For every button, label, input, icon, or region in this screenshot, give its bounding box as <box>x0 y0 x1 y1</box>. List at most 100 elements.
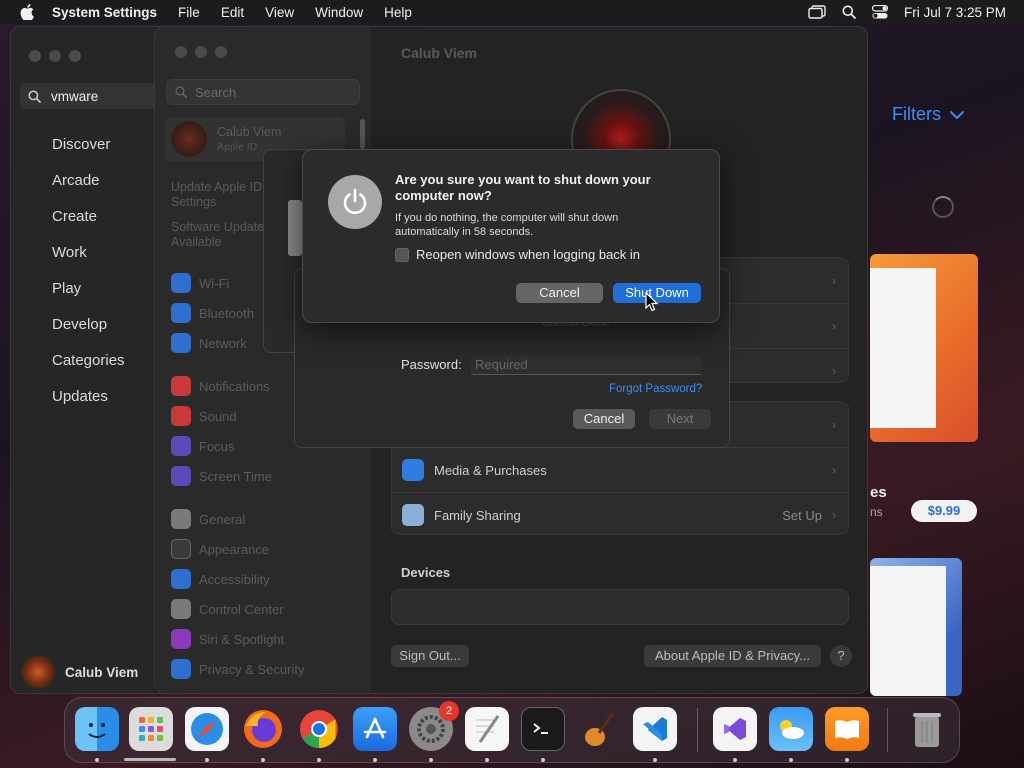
software-update-link[interactable]: Software Update Available <box>171 220 271 250</box>
running-indicator <box>733 758 737 762</box>
finder-icon[interactable] <box>75 707 119 751</box>
running-indicator <box>541 758 545 762</box>
sidebar-scrollbar[interactable] <box>360 119 365 149</box>
sidebar-item-notifications[interactable]: Notifications <box>171 376 270 396</box>
running-indicator <box>653 758 657 762</box>
minimize-icon[interactable] <box>195 46 207 58</box>
nav-categories[interactable]: Categories <box>52 351 125 387</box>
vscode-icon[interactable] <box>633 707 677 751</box>
safari-icon[interactable] <box>185 707 229 751</box>
settings-window-controls[interactable] <box>175 46 227 58</box>
menu-help[interactable]: Help <box>384 5 412 20</box>
app-store-nav: Discover Arcade Create Work Play Develop… <box>52 135 125 423</box>
app-store-a-icon <box>402 459 424 481</box>
nav-work[interactable]: Work <box>52 243 125 279</box>
apple-menu-icon[interactable] <box>20 4 34 20</box>
firefox-icon[interactable] <box>241 707 285 751</box>
running-indicator <box>261 758 265 762</box>
spotlight-search-icon[interactable] <box>842 5 856 19</box>
dialog-message: If you do nothing, the computer will shu… <box>395 212 619 238</box>
app-screenshot-thumbnail-2[interactable] <box>870 558 962 696</box>
menu-clock[interactable]: Fri Jul 7 3:25 PM <box>904 5 1006 20</box>
menu-edit[interactable]: Edit <box>221 5 244 20</box>
menu-view[interactable]: View <box>265 5 294 20</box>
garageband-icon[interactable] <box>577 707 621 751</box>
sidebar-item-bluetooth[interactable]: Bluetooth <box>171 303 254 323</box>
filters-button[interactable]: Filters <box>892 104 965 125</box>
sidebar-item-screen-time[interactable]: Screen Time <box>171 466 272 486</box>
update-apple-id-settings-link[interactable]: Update Apple ID Settings <box>171 180 271 210</box>
dock-scroll-indicator <box>124 758 176 761</box>
chrome-icon[interactable] <box>297 707 341 751</box>
forgot-password-link[interactable]: Forgot Password? <box>609 383 702 395</box>
running-indicator <box>429 758 433 762</box>
notifications-icon <box>171 376 191 396</box>
visualstudio-icon[interactable] <box>713 707 757 751</box>
app-screenshot-thumbnail[interactable] <box>870 254 978 442</box>
account-name: Calub Viem <box>65 664 139 680</box>
menu-file[interactable]: File <box>178 5 200 20</box>
terminal-icon[interactable] <box>521 707 565 751</box>
sidebar-item-label: Control Center <box>199 601 284 617</box>
minimize-icon[interactable] <box>49 50 61 62</box>
family-sharing-icon <box>402 504 424 526</box>
screen-mirroring-icon[interactable] <box>808 5 826 19</box>
family-sharing-row[interactable]: Family Sharing Set Up › <box>392 492 848 537</box>
appstore-icon[interactable] <box>353 707 397 751</box>
nav-develop[interactable]: Develop <box>52 315 125 351</box>
sign-out-button[interactable]: Sign Out... <box>391 645 469 667</box>
close-icon[interactable] <box>29 50 41 62</box>
menu-window[interactable]: Window <box>315 5 363 20</box>
running-indicator <box>845 758 849 762</box>
cancel-button[interactable]: Cancel <box>516 283 603 303</box>
bluetooth-icon <box>171 303 191 323</box>
nav-updates[interactable]: Updates <box>52 387 125 423</box>
settings-search-input[interactable]: Search <box>166 79 360 105</box>
sidebar-item-wifi[interactable]: Wi-Fi <box>171 273 229 293</box>
settings-icon[interactable]: 2 <box>409 701 459 751</box>
sidebar-item-focus[interactable]: Focus <box>171 436 234 456</box>
price-button[interactable]: $9.99 <box>911 500 977 522</box>
sidebar-item-privacy-security[interactable]: Privacy & Security <box>171 659 304 679</box>
running-indicator <box>317 758 321 762</box>
sidebar-item-label: Network <box>199 335 247 351</box>
appearance-icon <box>171 539 191 559</box>
dock-separator <box>887 708 888 752</box>
books-icon[interactable] <box>825 707 869 751</box>
app-store-account[interactable]: Calub Viem <box>21 655 138 689</box>
launchpad-icon[interactable] <box>129 707 173 751</box>
sidebar-item-sound[interactable]: Sound <box>171 406 237 426</box>
sidebar-item-siri-spotlight[interactable]: Siri & Spotlight <box>171 629 284 649</box>
page-title: Calub Viem <box>401 45 477 61</box>
checkbox-icon[interactable] <box>395 247 409 262</box>
textedit-icon[interactable] <box>465 707 509 751</box>
login-cancel-button[interactable]: Cancel <box>573 409 635 429</box>
login-next-button[interactable]: Next <box>649 409 711 429</box>
sidebar-item-general[interactable]: General <box>171 509 245 529</box>
control-center-icon[interactable] <box>871 5 888 19</box>
nav-discover[interactable]: Discover <box>52 135 125 171</box>
about-apple-id-privacy-button[interactable]: About Apple ID & Privacy... <box>644 645 821 667</box>
app-store-search-field[interactable]: vmware <box>20 83 170 109</box>
reopen-windows-checkbox[interactable]: Reopen windows when logging back in <box>395 247 640 262</box>
password-field[interactable]: Required <box>471 355 701 375</box>
sidebar-item-label: Privacy & Security <box>199 661 305 677</box>
zoom-icon[interactable] <box>215 46 227 58</box>
sidebar-item-label: Accessibility <box>199 571 270 587</box>
control-center-icon <box>171 599 191 619</box>
close-icon[interactable] <box>175 46 187 58</box>
menu-app-name[interactable]: System Settings <box>52 5 157 20</box>
help-button[interactable]: ? <box>830 645 852 667</box>
zoom-icon[interactable] <box>69 50 81 62</box>
nav-arcade[interactable]: Arcade <box>52 171 125 207</box>
sidebar-item-accessibility[interactable]: Accessibility <box>171 569 270 589</box>
nav-create[interactable]: Create <box>52 207 125 243</box>
weather-icon[interactable] <box>769 707 813 751</box>
sidebar-item-network[interactable]: Network <box>171 333 247 353</box>
sidebar-item-control-center[interactable]: Control Center <box>171 599 284 619</box>
app-store-window-controls[interactable] <box>29 50 81 62</box>
trash-icon[interactable] <box>905 707 949 751</box>
media-purchases-row[interactable]: Media & Purchases › <box>392 447 848 492</box>
sidebar-item-appearance[interactable]: Appearance <box>171 539 269 559</box>
nav-play[interactable]: Play <box>52 279 125 315</box>
